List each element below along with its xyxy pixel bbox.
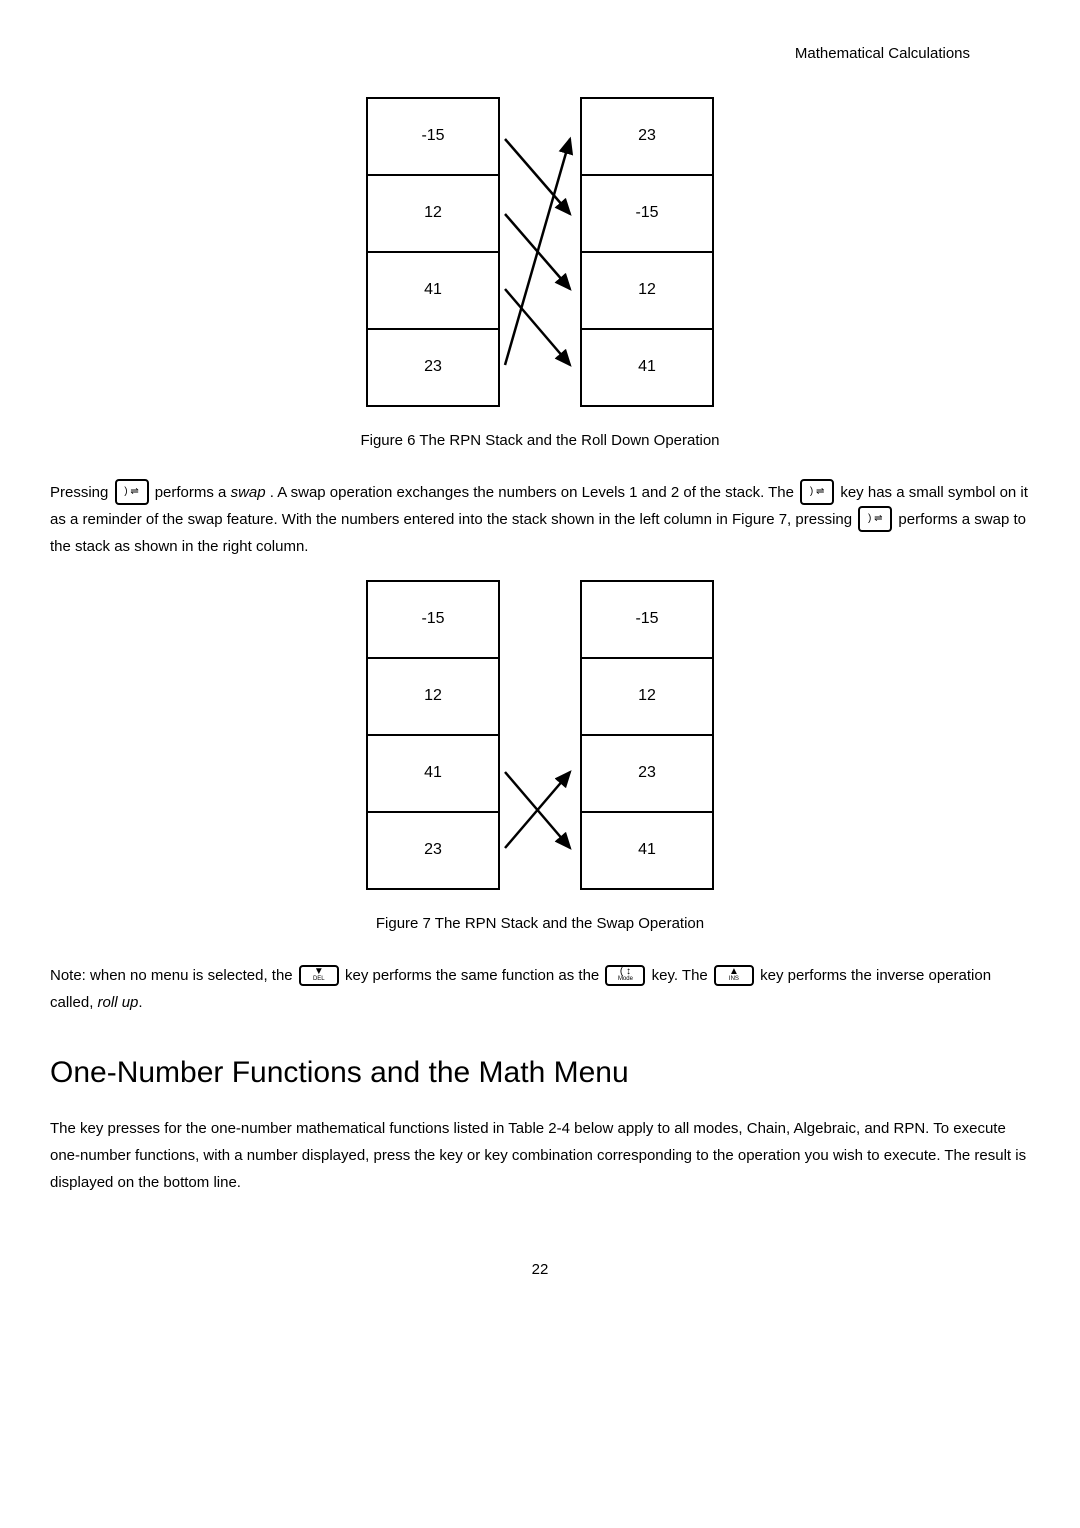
- stack-cell: 23: [582, 736, 712, 813]
- stack-cell: -15: [368, 582, 498, 659]
- swap-key-icon: ) ⇌: [800, 479, 834, 505]
- figure7-right-stack: -15 12 23 41: [580, 580, 714, 890]
- up-ins-key-icon: ▲ INS: [714, 965, 754, 986]
- key-sublabel: Mode: [618, 976, 633, 983]
- page-header: Mathematical Calculations: [50, 40, 1030, 67]
- down-del-key-icon: ▼ DEL: [299, 965, 339, 986]
- figure6-left-stack: -15 12 41 23: [366, 97, 500, 407]
- stack-cell: 23: [368, 330, 498, 405]
- stack-cell: -15: [368, 99, 498, 176]
- key-label: ▲: [729, 968, 739, 976]
- key-label: ) ⇌: [868, 510, 883, 528]
- figure6-right-stack: 23 -15 12 41: [580, 97, 714, 407]
- stack-cell: -15: [582, 582, 712, 659]
- figure-6: -15 12 41 23 23 -15 12 41: [50, 97, 1030, 407]
- text-fragment: Note: when no menu is selected, the: [50, 967, 297, 984]
- key-sublabel: INS: [729, 976, 739, 983]
- figure7-left-stack: -15 12 41 23: [366, 580, 500, 890]
- swap-key-icon: ) ⇌: [858, 506, 892, 532]
- figure6-caption: Figure 6 The RPN Stack and the Roll Down…: [50, 427, 1030, 454]
- page-number: 22: [50, 1256, 1030, 1283]
- rollup-term: roll up: [98, 994, 139, 1011]
- roll-down-arrows: [500, 97, 580, 407]
- stack-cell: 41: [368, 736, 498, 813]
- stack-cell: 12: [368, 659, 498, 736]
- text-fragment: .: [138, 994, 142, 1011]
- header-title: Mathematical Calculations: [795, 45, 970, 62]
- section-heading: One-Number Functions and the Math Menu: [50, 1046, 1030, 1100]
- paren-mode-key-icon: ( ↕ Mode: [605, 965, 645, 986]
- key-sublabel: DEL: [313, 976, 325, 983]
- swap-arrows: [500, 580, 580, 890]
- stack-cell: 41: [582, 330, 712, 405]
- key-label: ▼: [314, 968, 324, 976]
- key-label: ) ⇌: [124, 483, 139, 501]
- figure7-caption: Figure 7 The RPN Stack and the Swap Oper…: [50, 910, 1030, 937]
- paragraph-swap-description: Pressing ) ⇌ performs a swap . A swap op…: [50, 479, 1030, 560]
- stack-cell: -15: [582, 176, 712, 253]
- text-fragment: . A swap operation exchanges the numbers…: [270, 484, 798, 501]
- stack-cell: 12: [582, 253, 712, 330]
- stack-cell: 12: [368, 176, 498, 253]
- key-label: ) ⇌: [810, 483, 825, 501]
- text-fragment: key performs the same function as the: [345, 967, 603, 984]
- key-label: ( ↕: [620, 968, 631, 976]
- stack-cell: 41: [368, 253, 498, 330]
- stack-cell: 23: [582, 99, 712, 176]
- text-fragment: performs a: [155, 484, 231, 501]
- stack-cell: 41: [582, 813, 712, 888]
- figure-7: -15 12 41 23 -15 12 23 41: [50, 580, 1030, 890]
- paragraph-note: Note: when no menu is selected, the ▼ DE…: [50, 962, 1030, 1016]
- text-fragment: key. The: [652, 967, 712, 984]
- stack-cell: 12: [582, 659, 712, 736]
- stack-cell: 23: [368, 813, 498, 888]
- swap-term: swap: [231, 484, 266, 501]
- swap-key-icon: ) ⇌: [115, 479, 149, 505]
- paragraph-one-number: The key presses for the one-number mathe…: [50, 1115, 1030, 1196]
- text-fragment: Pressing: [50, 484, 113, 501]
